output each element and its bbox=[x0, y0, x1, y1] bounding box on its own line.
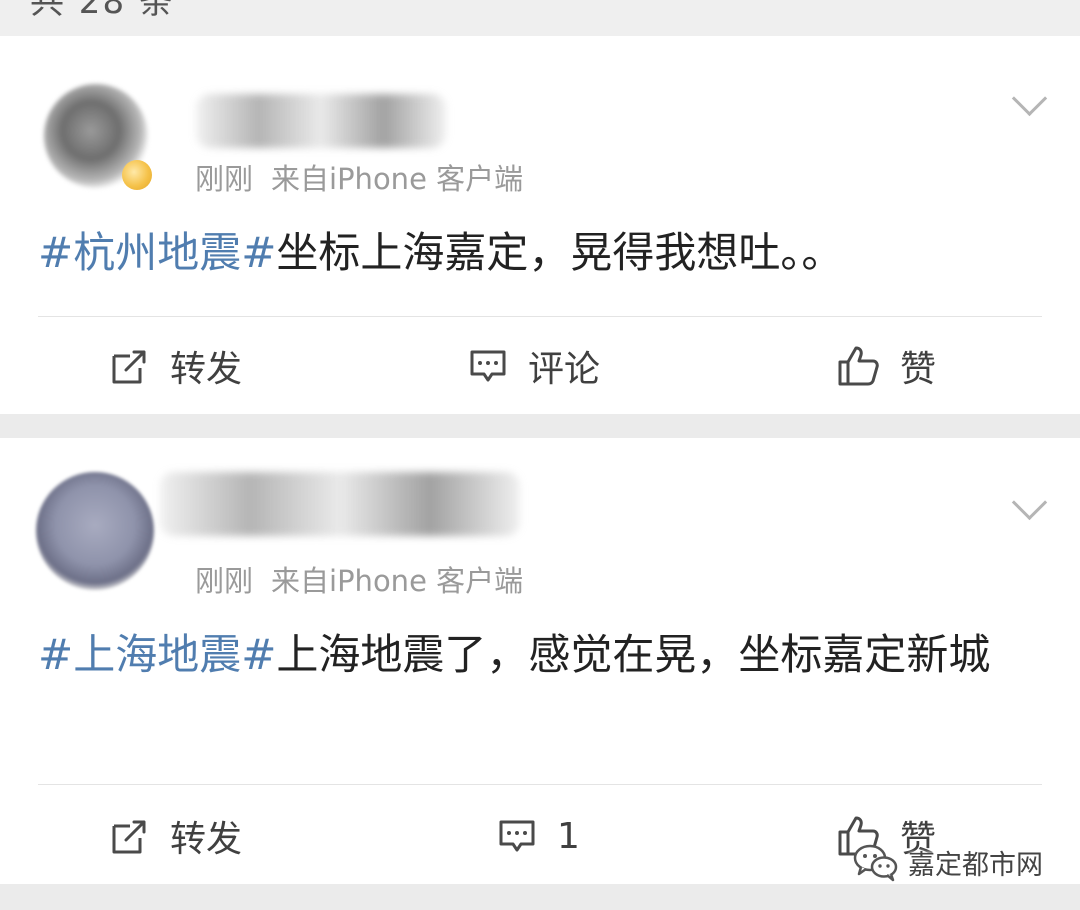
watermark-label: 嘉定都市网 bbox=[908, 849, 1043, 881]
wechat-icon bbox=[853, 844, 898, 882]
comment-label: 评论 bbox=[528, 349, 601, 390]
action-bar: 转发 评论 赞 bbox=[0, 318, 1080, 414]
repost-label: 转发 bbox=[170, 819, 243, 860]
username-redacted[interactable] bbox=[160, 472, 520, 536]
post-text: #杭州地震#坐标上海嘉定，晃得我想吐。。 bbox=[38, 220, 1038, 286]
vip-badge-icon bbox=[122, 160, 152, 190]
chevron-down-icon[interactable] bbox=[1011, 80, 1048, 117]
post-time: 刚刚 bbox=[195, 564, 254, 598]
weibo-post[interactable]: 刚刚 来自iPhone 客户端 #上海地震#上海地震了，感觉在晃，坐标嘉定新城 转… bbox=[0, 438, 1080, 884]
comment-icon bbox=[470, 350, 506, 382]
repost-button[interactable]: 转发 bbox=[110, 318, 242, 414]
post-time: 刚刚 bbox=[195, 162, 254, 196]
thumbs-up-icon bbox=[838, 346, 879, 386]
comment-button[interactable]: 评论 bbox=[468, 318, 600, 414]
post-body: 上海地震了，感觉在晃，坐标嘉定新城 bbox=[276, 630, 991, 679]
avatar[interactable] bbox=[36, 472, 154, 590]
hashtag-link[interactable]: #杭州地震# bbox=[38, 228, 276, 277]
repost-icon bbox=[112, 820, 146, 854]
repost-label: 转发 bbox=[170, 349, 243, 390]
watermark: 嘉定都市网 bbox=[852, 842, 1043, 882]
post-meta: 刚刚 来自iPhone 客户端 bbox=[195, 558, 523, 600]
comment-button[interactable]: 1 bbox=[497, 788, 580, 884]
post-text: #上海地震#上海地震了，感觉在晃，坐标嘉定新城 bbox=[38, 622, 1038, 688]
weibo-post[interactable]: 刚刚 来自iPhone 客户端 #杭州地震#坐标上海嘉定，晃得我想吐。。 转发 评… bbox=[0, 36, 1080, 414]
repost-button[interactable]: 转发 bbox=[110, 788, 242, 884]
post-source: 来自iPhone 客户端 bbox=[271, 162, 524, 196]
repost-icon bbox=[112, 350, 146, 384]
like-button[interactable]: 赞 bbox=[836, 318, 936, 414]
top-strip: 共 28 条 bbox=[0, 0, 1080, 36]
username-redacted[interactable] bbox=[196, 94, 446, 148]
comment-icon bbox=[499, 820, 535, 852]
divider bbox=[38, 316, 1042, 317]
post-source: 来自iPhone 客户端 bbox=[271, 564, 524, 598]
top-strip-text: 共 28 条 bbox=[30, 0, 175, 22]
chevron-down-icon[interactable] bbox=[1011, 484, 1048, 521]
post-meta: 刚刚 来自iPhone 客户端 bbox=[195, 156, 523, 198]
hashtag-link[interactable]: #上海地震# bbox=[38, 630, 276, 679]
comment-count: 1 bbox=[557, 815, 580, 857]
post-body: 坐标上海嘉定，晃得我想吐。。 bbox=[276, 228, 844, 277]
divider bbox=[38, 784, 1042, 785]
like-label: 赞 bbox=[900, 349, 937, 390]
